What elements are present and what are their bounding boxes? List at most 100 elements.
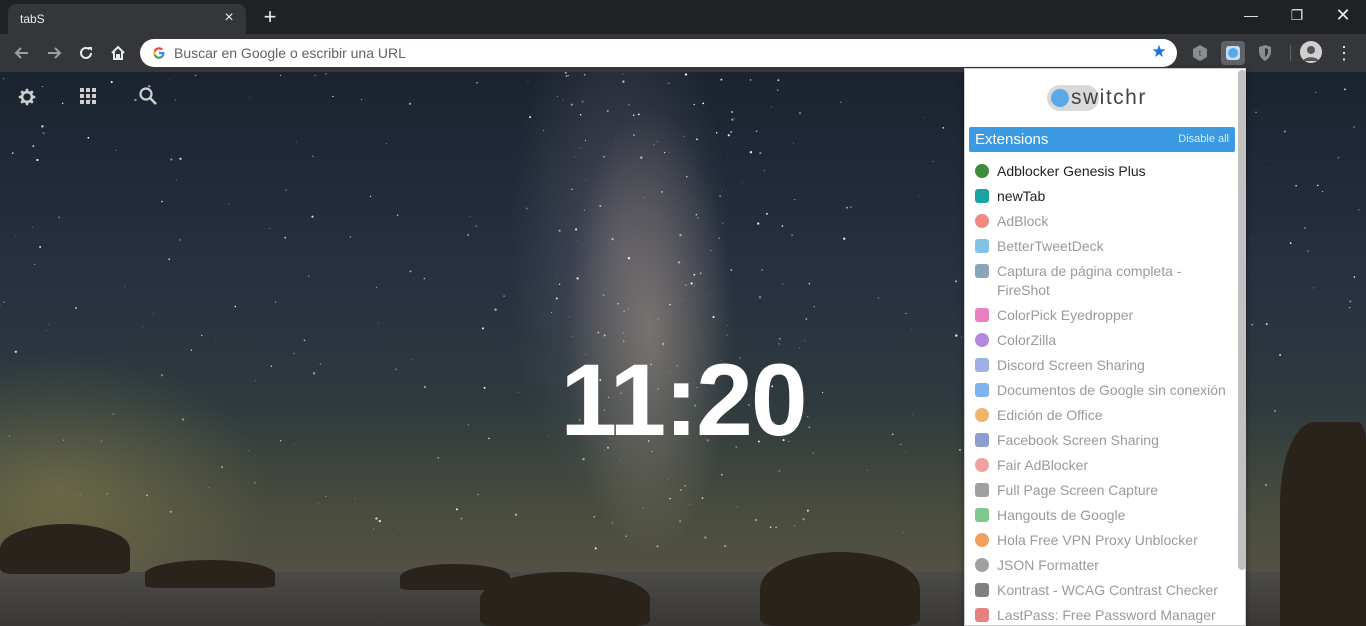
star-dot bbox=[718, 237, 720, 239]
star-dot bbox=[3, 301, 6, 304]
star-dot bbox=[562, 99, 564, 100]
bookmark-star-icon[interactable]: ★ bbox=[1150, 43, 1168, 61]
star-dot bbox=[791, 234, 793, 237]
star-dot bbox=[840, 101, 842, 103]
back-arrow-icon[interactable] bbox=[8, 39, 36, 67]
star-dot bbox=[689, 503, 691, 505]
star-dot bbox=[761, 269, 763, 271]
toggle-dot-icon bbox=[1051, 89, 1069, 107]
star-dot bbox=[2, 77, 5, 80]
extension-list-item[interactable]: LastPass: Free Password Manager bbox=[975, 603, 1237, 625]
star-dot bbox=[959, 449, 961, 451]
more-menu-icon[interactable]: ⋮ bbox=[1334, 41, 1354, 65]
extension-list-item[interactable]: AdBlock bbox=[975, 209, 1237, 234]
star-dot bbox=[550, 312, 552, 314]
star-dot bbox=[955, 334, 958, 337]
search-icon[interactable] bbox=[136, 86, 160, 110]
extension-list-item[interactable]: Facebook Screen Sharing bbox=[975, 428, 1237, 453]
minimize-button[interactable]: — bbox=[1228, 0, 1274, 32]
extension-t-icon[interactable]: t bbox=[1188, 41, 1212, 65]
star-dot bbox=[778, 470, 781, 472]
star-dot bbox=[794, 199, 796, 200]
star-dot bbox=[628, 103, 630, 106]
star-dot bbox=[1289, 242, 1292, 244]
star-dot bbox=[160, 374, 164, 377]
forward-arrow-icon[interactable] bbox=[40, 39, 68, 67]
address-bar[interactable]: ★ bbox=[140, 39, 1177, 67]
omnibox-input[interactable] bbox=[174, 43, 1134, 63]
star-dot bbox=[633, 134, 635, 136]
star-dot bbox=[900, 443, 902, 445]
star-dot bbox=[722, 222, 724, 224]
profile-avatar[interactable] bbox=[1300, 41, 1322, 63]
home-icon[interactable] bbox=[104, 39, 132, 67]
star-dot bbox=[375, 286, 378, 288]
shield-extension-icon[interactable] bbox=[1253, 41, 1277, 65]
new-tab-button[interactable]: + bbox=[258, 6, 282, 30]
star-dot bbox=[11, 152, 14, 154]
star-dot bbox=[905, 312, 907, 315]
star-dot bbox=[684, 73, 688, 76]
star-dot bbox=[1322, 191, 1324, 192]
star-dot bbox=[398, 527, 400, 529]
extension-list-item[interactable]: Adblocker Genesis Plus bbox=[975, 159, 1237, 184]
star-dot bbox=[477, 493, 479, 496]
star-dot bbox=[877, 297, 880, 299]
star-dot bbox=[208, 486, 210, 489]
extension-list-item[interactable]: Captura de página completa - FireShot bbox=[975, 259, 1237, 303]
star-dot bbox=[395, 368, 397, 371]
star-dot bbox=[1317, 184, 1319, 187]
apps-grid-icon[interactable] bbox=[76, 86, 100, 110]
maximize-button[interactable]: ❐ bbox=[1274, 0, 1320, 32]
extension-label: JSON Formatter bbox=[997, 557, 1099, 573]
extension-list-item[interactable]: JSON Formatter bbox=[975, 553, 1237, 578]
extension-list-item[interactable]: Documentos de Google sin conexión bbox=[975, 378, 1237, 403]
star-dot bbox=[902, 532, 904, 534]
star-dot bbox=[693, 141, 695, 143]
star-dot bbox=[627, 257, 631, 260]
star-dot bbox=[106, 493, 108, 495]
star-dot bbox=[721, 189, 723, 191]
star-dot bbox=[249, 96, 251, 98]
switchr-extension-icon[interactable] bbox=[1221, 41, 1245, 65]
star-dot bbox=[1269, 256, 1270, 257]
close-window-button[interactable]: ✕ bbox=[1320, 0, 1366, 32]
reload-icon[interactable] bbox=[72, 39, 100, 67]
extension-list-item[interactable]: Hola Free VPN Proxy Unblocker bbox=[975, 528, 1237, 553]
star-dot bbox=[375, 517, 378, 520]
star-dot bbox=[1349, 306, 1351, 309]
tab-close-icon[interactable]: × bbox=[220, 9, 238, 27]
extension-list-item[interactable]: ColorZilla bbox=[975, 328, 1237, 353]
star-dot bbox=[543, 201, 544, 203]
office-icon bbox=[975, 408, 989, 422]
extension-list-item[interactable]: BetterTweetDeck bbox=[975, 234, 1237, 259]
disable-all-button[interactable]: Disable all bbox=[1178, 133, 1229, 145]
extension-list-item[interactable]: Hangouts de Google bbox=[975, 503, 1237, 528]
extension-list-item[interactable]: ColorPick Eyedropper bbox=[975, 303, 1237, 328]
extension-list-item[interactable]: Discord Screen Sharing bbox=[975, 353, 1237, 378]
popup-scrollbar[interactable] bbox=[1238, 70, 1246, 570]
extension-list-item[interactable]: Edición de Office bbox=[975, 403, 1237, 428]
extension-list-item[interactable]: Full Page Screen Capture bbox=[975, 478, 1237, 503]
extension-list-item[interactable]: newTab bbox=[975, 184, 1237, 209]
extension-list-item[interactable]: Kontrast - WCAG Contrast Checker bbox=[975, 578, 1237, 603]
star-dot bbox=[757, 222, 760, 225]
star-dot bbox=[653, 144, 655, 146]
star-dot bbox=[274, 301, 277, 303]
toolbar-separator bbox=[1290, 45, 1291, 61]
star-dot bbox=[932, 161, 934, 163]
star-dot bbox=[682, 299, 684, 300]
star-dot bbox=[325, 495, 327, 497]
browser-tab[interactable]: tabS × bbox=[8, 4, 246, 34]
extension-list-item[interactable]: Fair AdBlocker bbox=[975, 453, 1237, 478]
star-dot bbox=[701, 505, 702, 507]
star-dot bbox=[488, 437, 490, 440]
shield-icon bbox=[975, 164, 989, 178]
star-dot bbox=[905, 451, 906, 453]
star-dot bbox=[712, 315, 715, 319]
settings-gear-icon[interactable] bbox=[15, 86, 39, 110]
extension-label: Full Page Screen Capture bbox=[997, 482, 1159, 498]
star-dot bbox=[0, 305, 1, 307]
rock-shape bbox=[760, 552, 920, 626]
star-dot bbox=[777, 79, 780, 82]
